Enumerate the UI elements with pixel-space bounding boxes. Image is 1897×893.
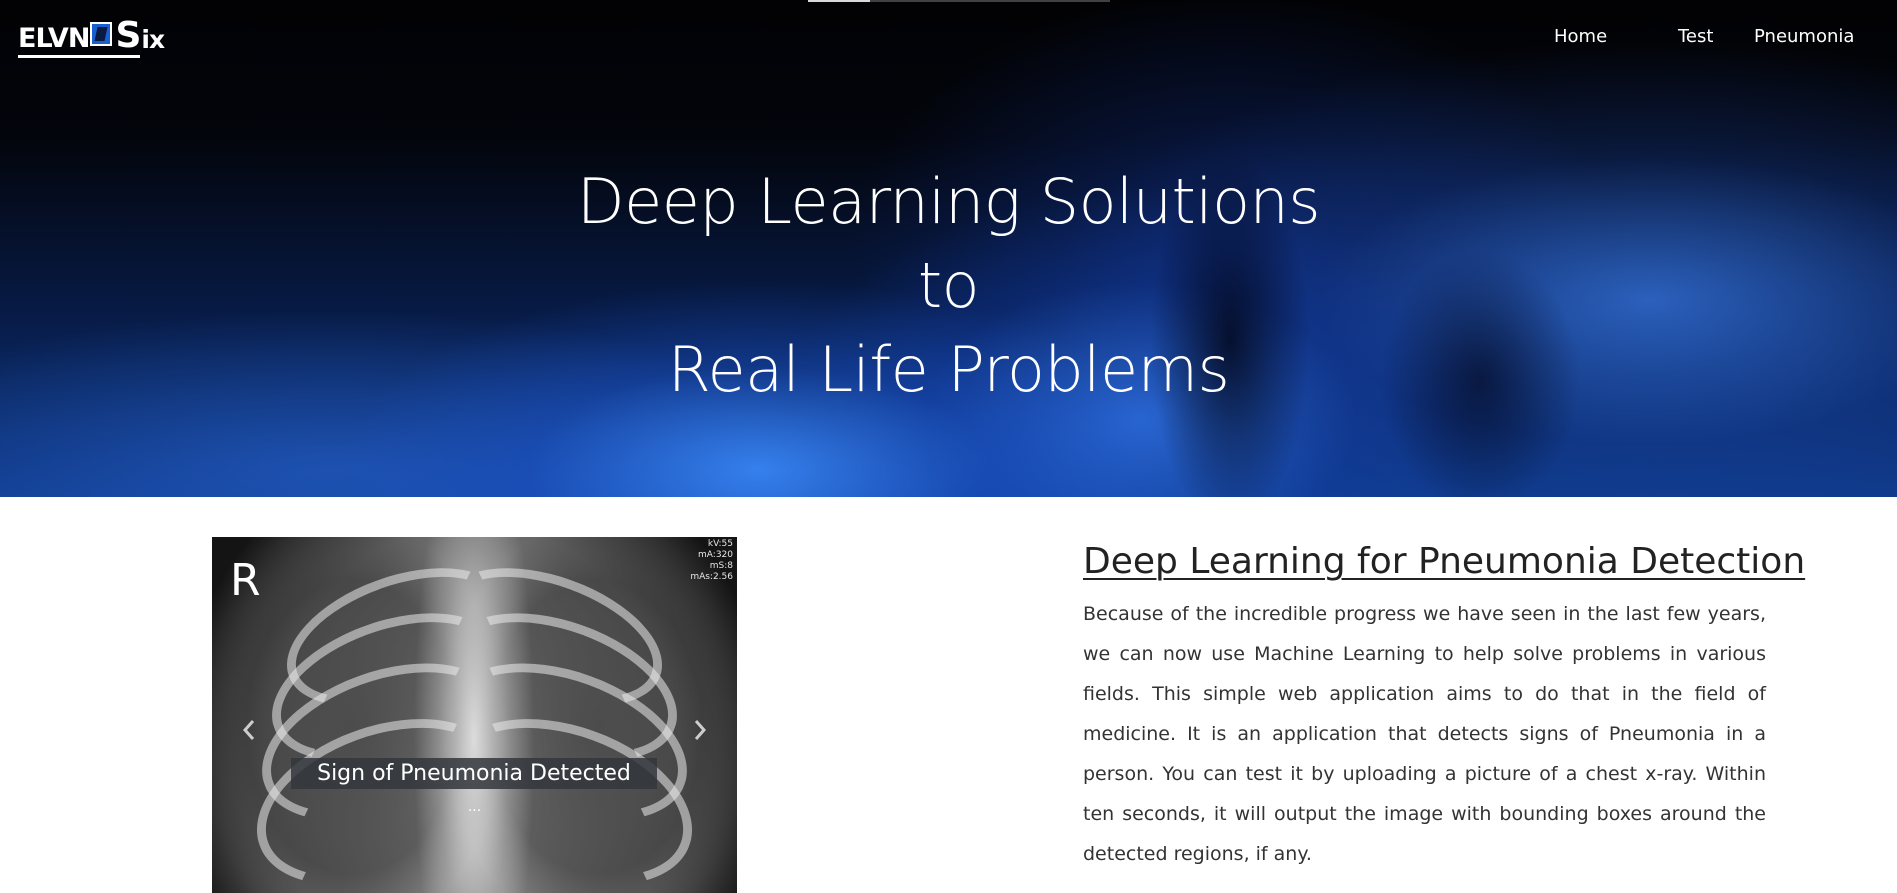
image-carousel[interactable]: R kV:55 mA:320 mS:8 mAs:2.56 Sign of Pne…: [212, 537, 737, 893]
nav-home-link[interactable]: Home: [1554, 24, 1607, 50]
carousel-prev-button[interactable]: [234, 715, 264, 745]
nav-pneumonia-link[interactable]: Pneumonia: [1754, 24, 1854, 50]
carousel-caption: Sign of Pneumonia Detected: [291, 758, 657, 789]
xray-meta-mas: mAs:2.56: [690, 572, 733, 582]
slide-indicator-active[interactable]: [808, 0, 870, 2]
site-logo[interactable]: ELVN S ix: [18, 17, 165, 60]
hero-title-line-3: Real Life Problems: [667, 333, 1230, 406]
xray-meta-ms: mS:8: [709, 561, 733, 571]
hero-title-line-2: to: [917, 249, 980, 322]
xray-metadata: kV:55 mA:320 mS:8 mAs:2.56: [690, 539, 733, 583]
logo-text-tail: ix: [141, 24, 165, 54]
carousel-caption-sub: ...: [467, 799, 482, 815]
hero-title-line-1: Deep Learning Solutions: [576, 165, 1321, 238]
xray-side-marker: R: [230, 555, 261, 606]
logo-text-main: ELVN: [18, 22, 90, 54]
xray-meta-kv: kV:55: [707, 539, 733, 549]
nav-test-link[interactable]: Test: [1678, 24, 1713, 50]
logo-text: ELVN S: [18, 17, 141, 58]
chest-xray-image: [212, 537, 737, 893]
chevron-right-icon: [694, 720, 707, 740]
logo-text-s: S: [115, 14, 141, 56]
hero-banner: ELVN S ix Home Test Pneumonia Deep Learni…: [0, 0, 1897, 497]
slide-indicator[interactable]: [808, 0, 1110, 2]
chevron-left-icon: [242, 720, 255, 740]
logo-mark-icon: [90, 21, 113, 46]
article-body: Because of the incredible progress we ha…: [1083, 603, 1766, 865]
xray-meta-ma: mA:320: [698, 550, 733, 560]
carousel-next-button[interactable]: [685, 715, 715, 745]
article-title: Deep Learning for Pneumonia Detection: [1083, 541, 1806, 582]
